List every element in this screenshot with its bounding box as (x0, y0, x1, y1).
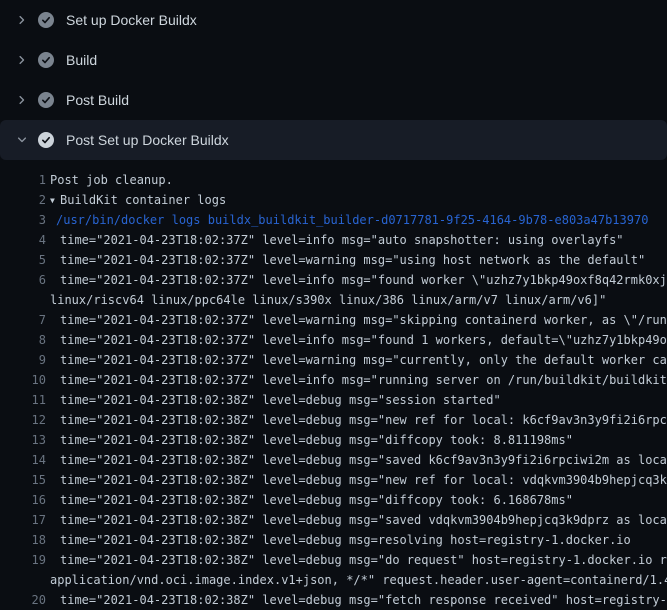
log-line-text: time="2021-04-23T18:02:38Z" level=debug … (50, 550, 667, 570)
chevron-down-icon[interactable] (14, 132, 30, 148)
log-command-text: /usr/bin/docker logs buildx_buildkit_bui… (50, 210, 667, 230)
log-line-number[interactable]: 4 (0, 230, 46, 250)
log-row: 11time="2021-04-23T18:02:38Z" level=debu… (0, 390, 667, 410)
step-row-post-build[interactable]: Post Build (0, 80, 667, 120)
log-row: 19time="2021-04-23T18:02:38Z" level=debu… (0, 550, 667, 570)
log-row: 18time="2021-04-23T18:02:38Z" level=debu… (0, 530, 667, 550)
log-line-number[interactable]: 7 (0, 310, 46, 330)
log-line-number[interactable]: 2 (0, 190, 46, 210)
log-line-text: time="2021-04-23T18:02:37Z" level=warnin… (50, 250, 667, 270)
log-line-text: time="2021-04-23T18:02:37Z" level=warnin… (50, 350, 667, 370)
log-row: 4time="2021-04-23T18:02:37Z" level=info … (0, 230, 667, 250)
log-line-text: time="2021-04-23T18:02:38Z" level=debug … (50, 390, 667, 410)
chevron-right-icon[interactable] (14, 52, 30, 68)
log-line-text: time="2021-04-23T18:02:38Z" level=debug … (50, 490, 667, 510)
log-line-text: time="2021-04-23T18:02:38Z" level=debug … (50, 590, 667, 610)
step-row-build[interactable]: Build (0, 40, 667, 80)
log-line-text: time="2021-04-23T18:02:38Z" level=debug … (50, 530, 667, 550)
log-row: 10time="2021-04-23T18:02:37Z" level=info… (0, 370, 667, 390)
chevron-right-icon[interactable] (14, 92, 30, 108)
log-line-text: time="2021-04-23T18:02:38Z" level=debug … (50, 450, 667, 470)
log-line-number[interactable]: 10 (0, 370, 46, 390)
log-row: 6time="2021-04-23T18:02:37Z" level=info … (0, 270, 667, 290)
log-line-text: time="2021-04-23T18:02:37Z" level=info m… (50, 330, 667, 350)
log-line-number[interactable]: 18 (0, 530, 46, 550)
chevron-right-icon[interactable] (14, 12, 30, 28)
log-line-number[interactable]: 13 (0, 430, 46, 450)
log-group-row-text: ▼BuildKit container logs (50, 190, 667, 210)
log-line-text: time="2021-04-23T18:02:38Z" level=debug … (50, 470, 667, 490)
log-row: 1Post job cleanup. (0, 170, 667, 190)
check-circle-icon (38, 132, 54, 148)
log-line-number[interactable]: 9 (0, 350, 46, 370)
log-line-number (0, 290, 46, 310)
log-line-text: time="2021-04-23T18:02:37Z" level=info m… (50, 230, 667, 250)
log-row: linux/riscv64 linux/ppc64le linux/s390x … (0, 290, 667, 310)
log-line-number[interactable]: 5 (0, 250, 46, 270)
step-row-set-up-docker-buildx[interactable]: Set up Docker Buildx (0, 0, 667, 40)
log-row: 2▼BuildKit container logs (0, 190, 667, 210)
log-line-text: time="2021-04-23T18:02:37Z" level=warnin… (50, 310, 667, 330)
log-line-number (0, 570, 46, 590)
check-circle-icon (38, 52, 54, 68)
log-line-number[interactable]: 8 (0, 330, 46, 350)
log-line-number[interactable]: 15 (0, 470, 46, 490)
log-line-number[interactable]: 14 (0, 450, 46, 470)
log-line-number[interactable]: 19 (0, 550, 46, 570)
step-label: Post Set up Docker Buildx (66, 132, 229, 148)
log-line-text: time="2021-04-23T18:02:38Z" level=debug … (50, 510, 667, 530)
log-row: 8time="2021-04-23T18:02:37Z" level=info … (0, 330, 667, 350)
step-label: Post Build (66, 92, 129, 108)
step-row-post-set-up-docker-buildx[interactable]: Post Set up Docker Buildx (0, 120, 667, 160)
log-line-number[interactable]: 3 (0, 210, 46, 230)
log-line-number[interactable]: 6 (0, 270, 46, 290)
log-line-number[interactable]: 11 (0, 390, 46, 410)
log-line-number[interactable]: 12 (0, 410, 46, 430)
log-line-text: Post job cleanup. (50, 170, 667, 190)
log-line-text: linux/riscv64 linux/ppc64le linux/s390x … (50, 290, 667, 310)
log-row: 17time="2021-04-23T18:02:38Z" level=debu… (0, 510, 667, 530)
check-circle-icon (38, 12, 54, 28)
log-row: 3/usr/bin/docker logs buildx_buildkit_bu… (0, 210, 667, 230)
log-line-text: time="2021-04-23T18:02:37Z" level=info m… (50, 270, 667, 290)
log-row: 14time="2021-04-23T18:02:38Z" level=debu… (0, 450, 667, 470)
log-row: 7time="2021-04-23T18:02:37Z" level=warni… (0, 310, 667, 330)
log-row: 20time="2021-04-23T18:02:38Z" level=debu… (0, 590, 667, 610)
group-label[interactable]: BuildKit container logs (60, 193, 226, 207)
step-label: Set up Docker Buildx (66, 12, 197, 28)
steps-list: Set up Docker Buildx Build Post Build Post … (0, 0, 667, 160)
step-label: Build (66, 52, 97, 68)
log-row: 9time="2021-04-23T18:02:37Z" level=warni… (0, 350, 667, 370)
log-row: 12time="2021-04-23T18:02:38Z" level=debu… (0, 410, 667, 430)
log-row: application/vnd.oci.image.index.v1+json,… (0, 570, 667, 590)
log-row: 16time="2021-04-23T18:02:38Z" level=debu… (0, 490, 667, 510)
check-circle-icon (38, 92, 54, 108)
log-line-number[interactable]: 16 (0, 490, 46, 510)
log-line-number[interactable]: 20 (0, 590, 46, 610)
group-toggle-icon[interactable]: ▼ (50, 191, 60, 210)
log-row: 13time="2021-04-23T18:02:38Z" level=debu… (0, 430, 667, 450)
log-row: 15time="2021-04-23T18:02:38Z" level=debu… (0, 470, 667, 490)
log-line-text: time="2021-04-23T18:02:38Z" level=debug … (50, 410, 667, 430)
log-line-number[interactable]: 1 (0, 170, 46, 190)
log-line-text: application/vnd.oci.image.index.v1+json,… (50, 570, 667, 590)
log-line-number[interactable]: 17 (0, 510, 46, 530)
log-line-text: time="2021-04-23T18:02:38Z" level=debug … (50, 430, 667, 450)
log-viewer: 1Post job cleanup.2▼BuildKit container l… (0, 160, 667, 610)
log-line-text: time="2021-04-23T18:02:37Z" level=info m… (50, 370, 667, 390)
log-row: 5time="2021-04-23T18:02:37Z" level=warni… (0, 250, 667, 270)
